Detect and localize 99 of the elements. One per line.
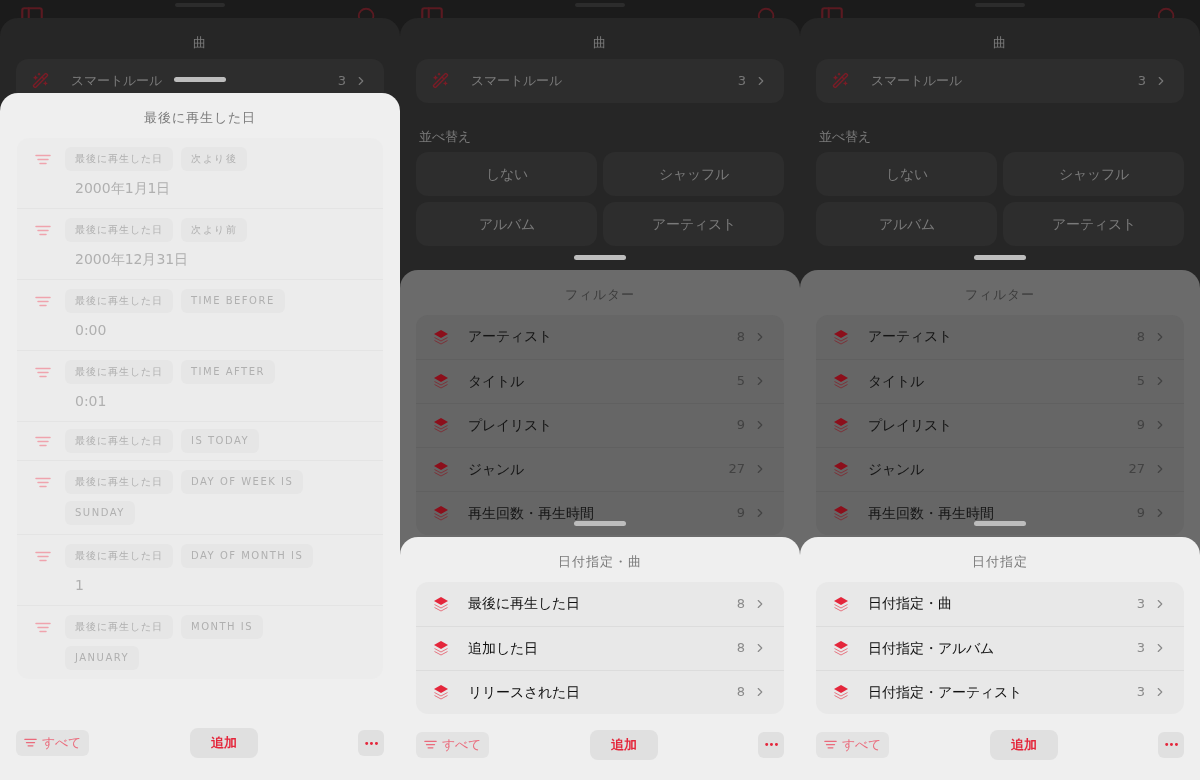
menu-item-label: 再生回数・再生時間 xyxy=(468,503,594,523)
smart-rule-label: スマートルール xyxy=(871,71,962,90)
grabber-handle[interactable] xyxy=(974,521,1026,526)
sort-option[interactable]: しない xyxy=(416,152,597,196)
filter-icon xyxy=(35,366,51,378)
item-count: 3 xyxy=(1136,683,1145,702)
layers-icon xyxy=(433,505,449,521)
menu-item-label: 再生回数・再生時間 xyxy=(868,503,994,523)
menu-item-label: ジャンル xyxy=(468,459,524,479)
filter-icon xyxy=(35,621,51,633)
menu-item-label: リリースされた日 xyxy=(468,682,580,702)
layers-icon xyxy=(433,461,449,477)
grabber-handle[interactable] xyxy=(974,255,1026,260)
filter-all-button[interactable]: すべて xyxy=(416,731,489,758)
menu-item-label: プレイリスト xyxy=(468,415,552,435)
filter-icon xyxy=(24,738,37,748)
filter-all-label: すべて xyxy=(42,734,81,753)
menu-item-label: 追加した日 xyxy=(468,638,538,658)
item-count: 3 xyxy=(337,71,346,90)
menu-item-label: アーティスト xyxy=(868,327,952,346)
layers-icon xyxy=(833,373,849,389)
layers-icon xyxy=(833,640,849,656)
layers-icon xyxy=(833,461,849,477)
filter-icon xyxy=(35,153,51,165)
grabber-handle[interactable] xyxy=(574,521,626,526)
item-count: 3 xyxy=(1136,594,1145,613)
magic-wand-icon xyxy=(832,72,849,89)
menu-item[interactable]: 日付指定・アルバム 3 xyxy=(816,625,1184,670)
layers-icon xyxy=(433,595,449,612)
layers-icon xyxy=(433,417,449,433)
filter-icon xyxy=(824,739,837,750)
item-count: 8 xyxy=(736,594,745,613)
filter-all-button[interactable]: すべて xyxy=(816,731,889,758)
smart-rule-label: スマートルール xyxy=(471,71,562,90)
layers-icon xyxy=(833,505,849,521)
filter-icon xyxy=(35,550,51,562)
more-button[interactable]: ••• xyxy=(1158,731,1184,758)
filter-all-label: すべて xyxy=(442,735,481,754)
sheet-title: 日付指定・曲 xyxy=(558,553,642,571)
menu-item-label: ジャンル xyxy=(868,459,924,479)
layers-icon xyxy=(833,417,849,433)
item-count: 3 xyxy=(737,71,746,90)
sort-option[interactable]: アルバム xyxy=(816,202,997,246)
menu-item[interactable]: 追加した日 8 xyxy=(416,625,784,670)
menu-item-label: プレイリスト xyxy=(868,415,952,435)
sort-option[interactable]: アーティスト xyxy=(1003,202,1184,246)
menu-item[interactable]: リリースされた日 8 xyxy=(416,669,784,714)
magic-wand-icon xyxy=(432,72,449,89)
smart-rule-row[interactable]: スマートルール 3 xyxy=(816,58,1184,103)
menu-item[interactable]: 最後に再生した日 8 xyxy=(416,581,784,626)
filter-icon xyxy=(35,224,51,236)
sheet-title: 最後に再生した日 xyxy=(144,109,256,127)
menu-item-label: アーティスト xyxy=(468,327,552,346)
item-count: 3 xyxy=(1136,639,1145,658)
sheet-title: 日付指定 xyxy=(972,553,1028,571)
sort-heading: 並べ替え xyxy=(419,127,472,146)
menu-item[interactable]: 日付指定・アーティスト 3 xyxy=(816,669,1184,714)
filter-icon xyxy=(424,739,437,750)
item-count: 3 xyxy=(1137,71,1146,90)
filter-icon xyxy=(35,476,51,488)
smart-rule-row[interactable]: スマートルール 3 xyxy=(416,58,784,103)
filter-all-label: すべて xyxy=(842,735,881,754)
sheet-title: 曲 xyxy=(593,34,607,52)
add-button[interactable]: 追加 xyxy=(189,728,258,758)
sort-heading: 並べ替え xyxy=(819,127,872,146)
layers-icon xyxy=(833,328,849,345)
item-count: 8 xyxy=(736,683,745,702)
filter-icon xyxy=(35,435,51,447)
menu-item-label: タイトル xyxy=(468,371,524,391)
layers-icon xyxy=(433,328,449,345)
filter-all-button[interactable]: すべて xyxy=(16,730,89,756)
add-button[interactable]: 追加 xyxy=(989,729,1058,760)
grabber-handle[interactable] xyxy=(574,255,626,260)
layers-icon xyxy=(833,595,849,612)
sort-option[interactable]: アーティスト xyxy=(603,202,784,246)
grabber-handle[interactable] xyxy=(174,77,226,82)
sort-option[interactable]: シャッフル xyxy=(603,152,784,196)
menu-item[interactable]: 日付指定・曲 3 xyxy=(816,581,1184,626)
layers-icon xyxy=(833,684,849,700)
more-button[interactable]: ••• xyxy=(758,731,784,758)
menu-item-label: タイトル xyxy=(868,371,924,391)
layers-icon xyxy=(433,684,449,700)
more-button[interactable]: ••• xyxy=(358,730,384,756)
sort-option[interactable]: シャッフル xyxy=(1003,152,1184,196)
menu-item-label: 日付指定・曲 xyxy=(868,594,952,613)
menu-item-label: 日付指定・アルバム xyxy=(868,638,994,658)
sheet-title: 曲 xyxy=(993,34,1007,52)
layers-icon xyxy=(433,373,449,389)
smart-rule-label: スマートルール xyxy=(71,71,162,90)
sheet-title: 曲 xyxy=(193,34,207,52)
magic-wand-icon xyxy=(32,72,49,89)
menu-item-label: 最後に再生した日 xyxy=(468,594,580,613)
add-button[interactable]: 追加 xyxy=(589,729,658,760)
menu-item-label: 日付指定・アーティスト xyxy=(868,682,1022,702)
filter-icon xyxy=(35,295,51,307)
layers-icon xyxy=(433,640,449,656)
item-count: 8 xyxy=(736,639,745,658)
sort-option[interactable]: アルバム xyxy=(416,202,597,246)
sort-option[interactable]: しない xyxy=(816,152,997,196)
